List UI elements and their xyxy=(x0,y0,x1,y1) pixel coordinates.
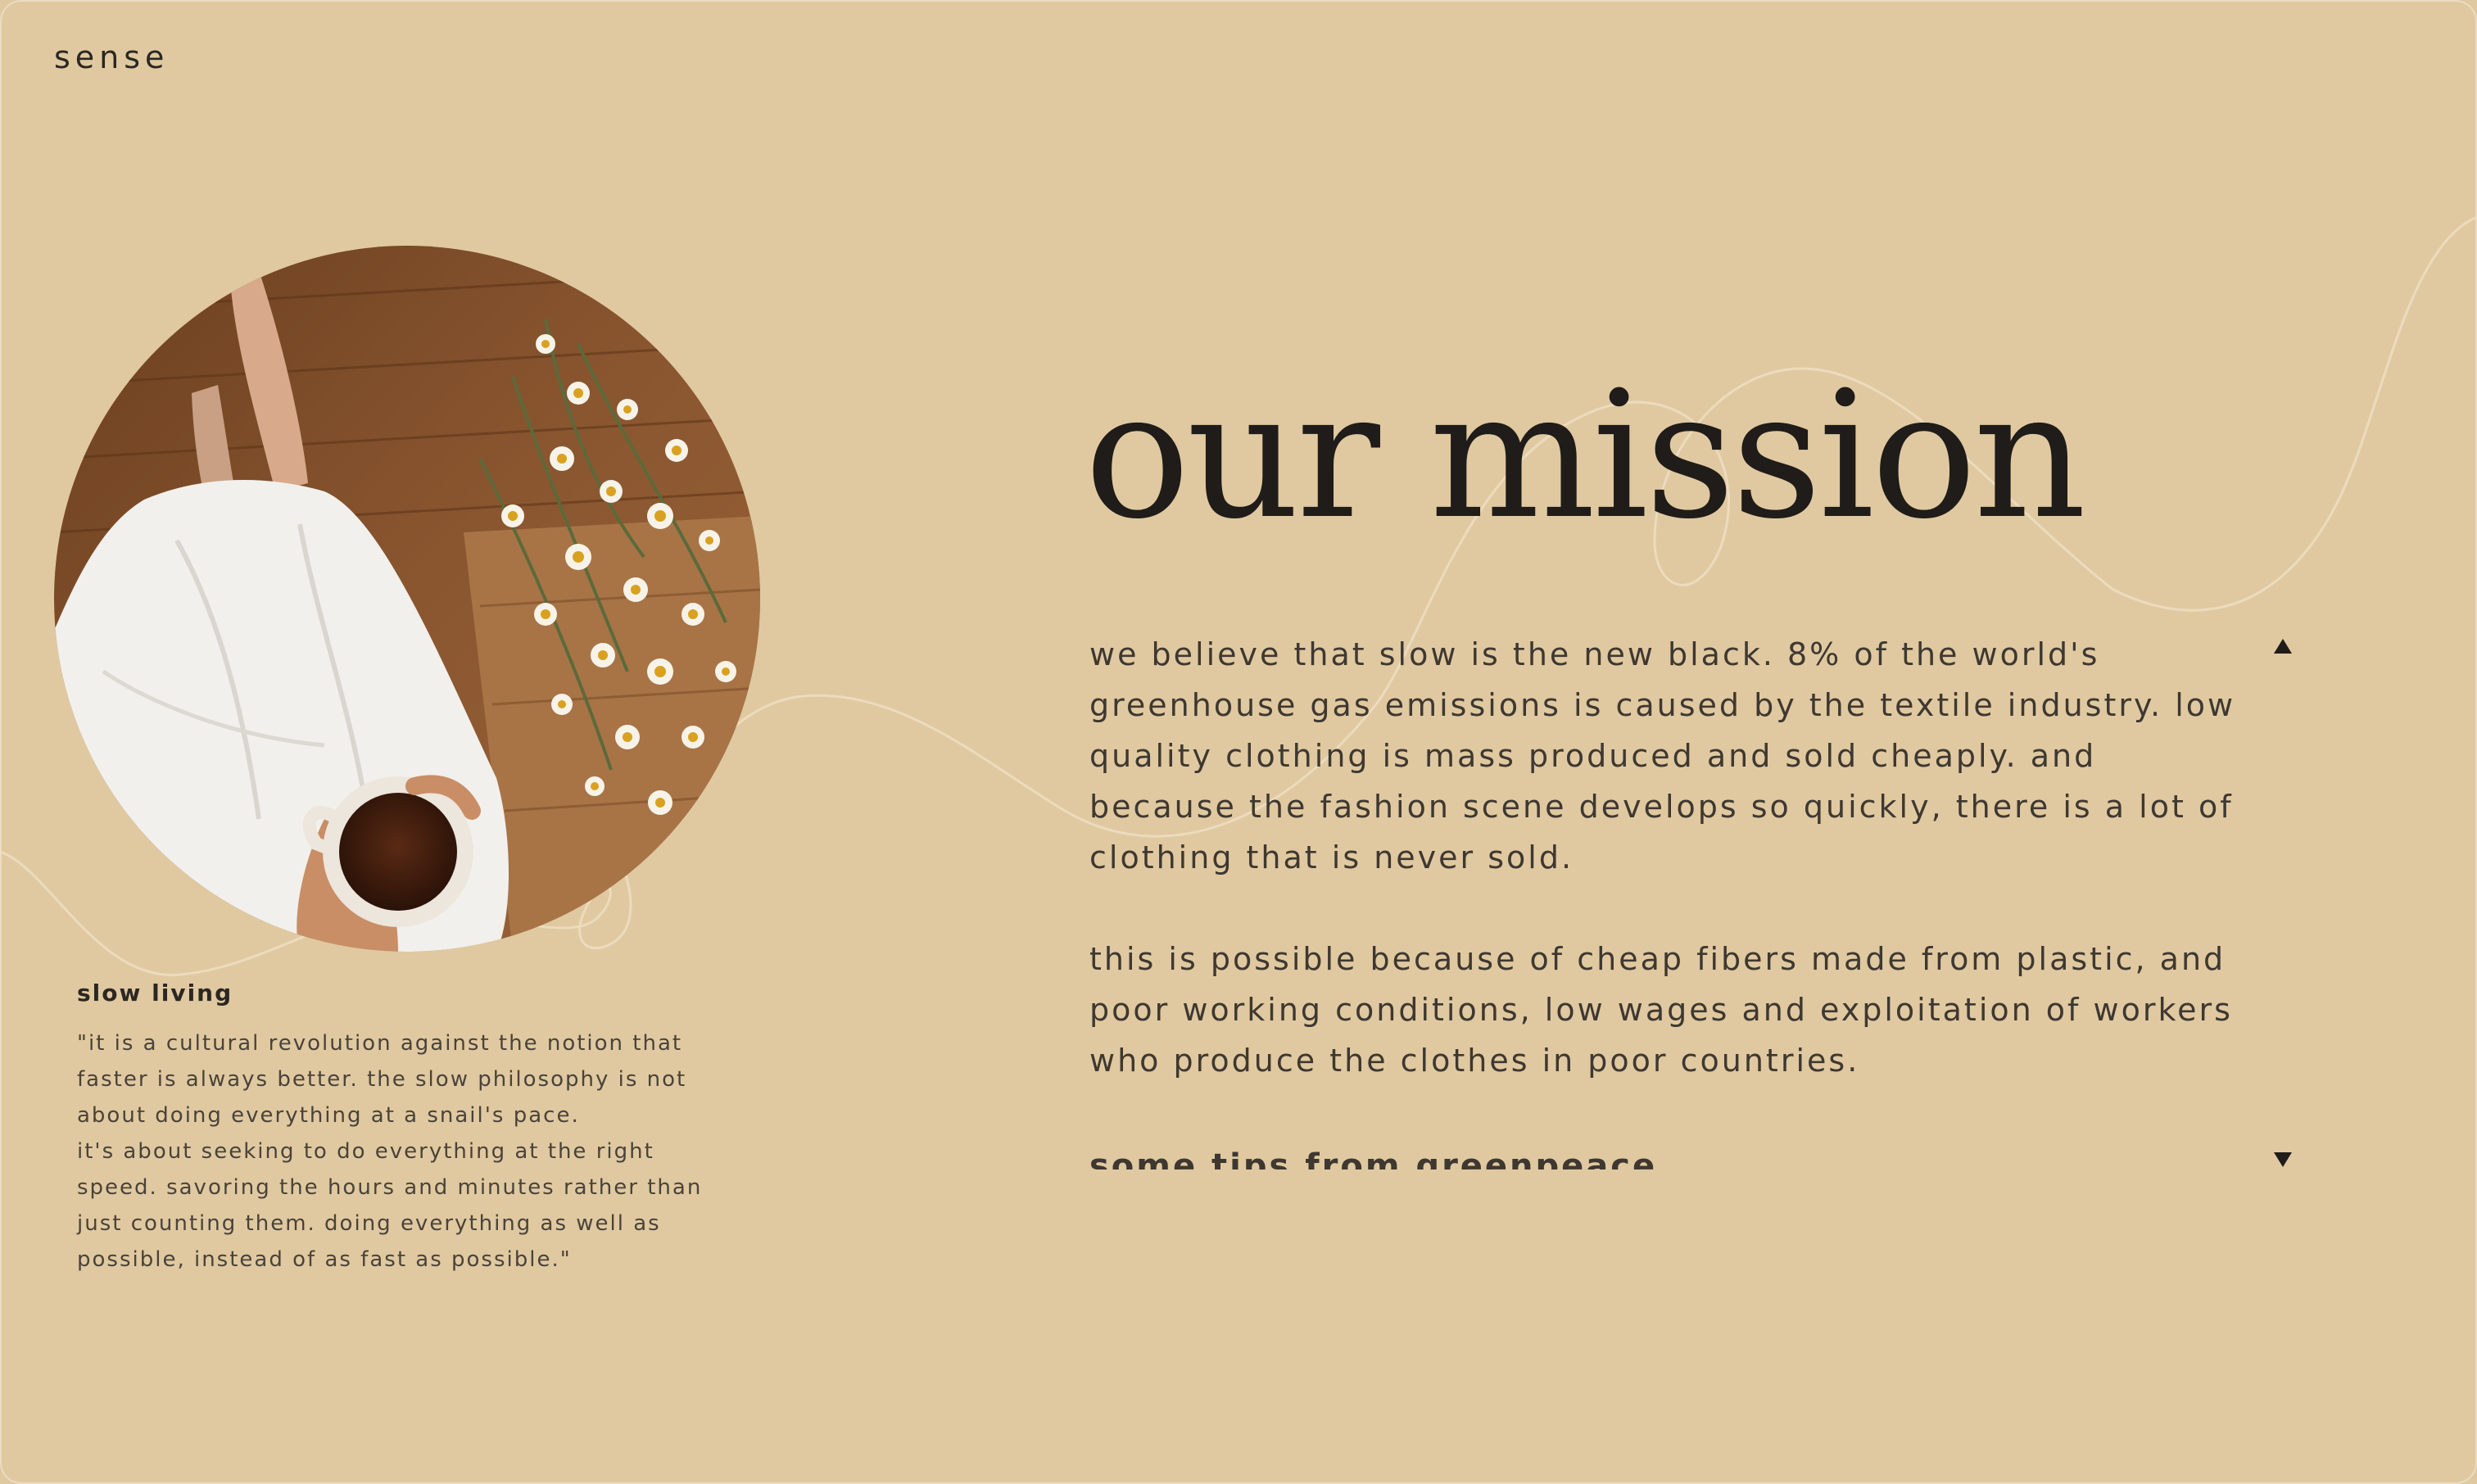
triangle-up-icon[interactable] xyxy=(2274,639,2292,654)
mission-paragraph: we believe that slow is the new black. 8… xyxy=(1089,636,2236,875)
hero-photo xyxy=(54,246,760,952)
tips-heading: some tips from greenpeace xyxy=(1089,1147,1658,1170)
brand-logo[interactable]: sense xyxy=(54,39,169,75)
mission-text-scroll-area[interactable]: we believe that slow is the new black. 8… xyxy=(1089,629,2236,1137)
triangle-down-icon[interactable] xyxy=(2274,1152,2292,1167)
caption-title: slow living xyxy=(77,980,233,1007)
mission-paragraph: this is possible because of cheap fibers… xyxy=(1089,941,2233,1079)
tips-heading-clip: some tips from greenpeace xyxy=(1089,1143,1657,1170)
caption-quote: "it is a cultural revolution against the… xyxy=(77,1031,703,1272)
mission-heading: our mission xyxy=(1085,354,2086,558)
